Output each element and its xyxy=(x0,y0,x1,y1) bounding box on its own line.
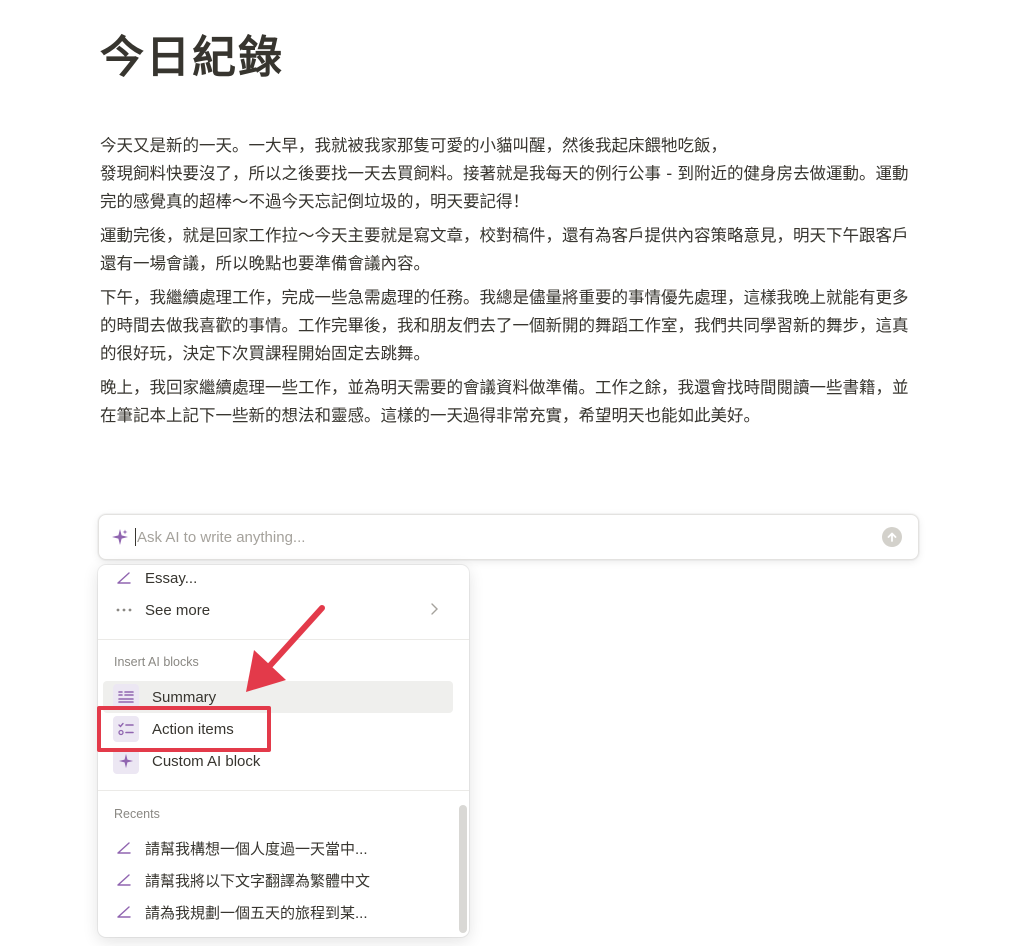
paragraph[interactable]: 今天又是新的一天。一大早，我就被我家那隻可愛的小貓叫醒，然後我起床餵牠吃飯， 發… xyxy=(100,132,920,216)
recent-item[interactable]: 請幫我將以下文字翻譯為繁體中文 xyxy=(103,864,453,896)
document-body[interactable]: 今天又是新的一天。一大早，我就被我家那隻可愛的小貓叫醒，然後我起床餵牠吃飯， 發… xyxy=(100,132,920,436)
recent-item-label: 請幫我將以下文字翻譯為繁體中文 xyxy=(145,872,371,890)
section-label-recents: Recents xyxy=(114,807,160,821)
menu-item-label: See more xyxy=(145,601,211,619)
paragraph[interactable]: 運動完後，就是回家工作拉～今天主要就是寫文章，校對稿件，還有為客戶提供內容策略意… xyxy=(100,222,920,278)
menu-item-essay[interactable]: Essay... xyxy=(103,565,453,594)
paragraph[interactable]: 下午，我繼續處理工作，完成一些急需處理的任務。我總是儘量將重要的事情優先處理，這… xyxy=(100,284,920,368)
paragraph[interactable]: 晚上，我回家繼續處理一些工作，並為明天需要的會議資料做準備。工作之餘，我還會找時… xyxy=(100,374,920,430)
menu-divider xyxy=(98,790,469,791)
page-title[interactable]: 今日紀錄 xyxy=(100,28,284,88)
annotation-arrow-icon xyxy=(246,605,325,692)
recent-item-label: 請幫我構想一個人度過一天當中... xyxy=(145,840,368,858)
recent-item-label: 請為我規劃一個五天的旅程到某... xyxy=(145,904,368,922)
pencil-icon xyxy=(113,567,135,589)
sparkle-icon xyxy=(111,528,129,546)
menu-scrollbar[interactable] xyxy=(459,805,467,933)
text-caret xyxy=(135,528,136,546)
recent-item[interactable]: 請為我規劃一個五天的旅程到某... xyxy=(103,896,453,928)
recent-item[interactable]: 請幫我構想一個人度過一天當中... xyxy=(103,832,453,864)
pencil-icon xyxy=(113,901,135,923)
ai-prompt-bar[interactable] xyxy=(98,514,919,560)
menu-item-label: Custom AI block xyxy=(152,752,261,770)
menu-item-label: Essay... xyxy=(145,569,198,587)
ellipsis-icon xyxy=(113,599,135,621)
chevron-right-icon xyxy=(429,601,439,621)
arrow-up-circle-icon[interactable] xyxy=(882,527,902,547)
pencil-icon xyxy=(113,869,135,891)
section-label-insert-ai-blocks: Insert AI blocks xyxy=(114,655,199,669)
annotation-highlight-box xyxy=(97,706,271,752)
menu-item-label: Summary xyxy=(152,688,217,706)
ai-prompt-input[interactable] xyxy=(137,528,882,546)
page: 今日紀錄 今天又是新的一天。一大早，我就被我家那隻可愛的小貓叫醒，然後我起床餵牠… xyxy=(0,0,1024,946)
pencil-icon xyxy=(113,837,135,859)
